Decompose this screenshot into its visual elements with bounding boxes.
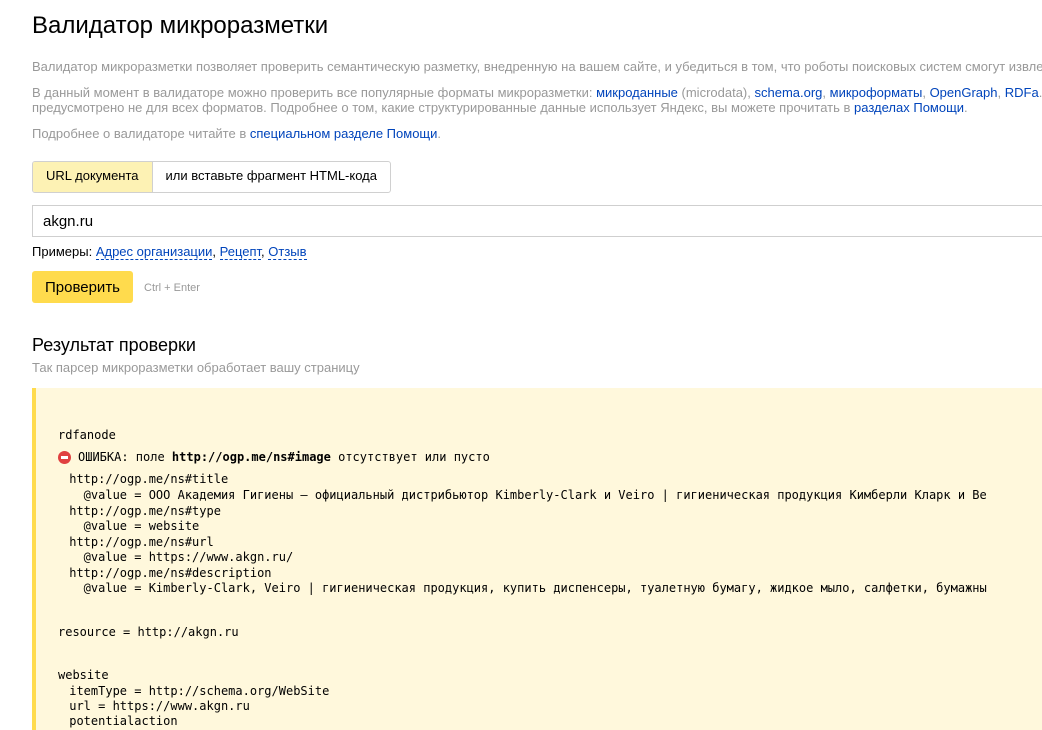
website-line: itemType = http://schema.org/WebSite bbox=[62, 684, 330, 698]
separator: . bbox=[964, 100, 968, 115]
intro-line-1: Валидатор микроразметки позволяет провер… bbox=[32, 59, 1042, 74]
formats-text: В данный момент в валидаторе можно прове… bbox=[32, 85, 1042, 100]
result-line: http://ogp.me/ns#type bbox=[62, 504, 221, 518]
error-icon bbox=[58, 451, 71, 464]
check-button[interactable]: Проверить bbox=[32, 271, 133, 303]
link-schema-org[interactable]: schema.org bbox=[754, 85, 822, 100]
separator: , bbox=[212, 244, 220, 259]
result-title: Результат проверки bbox=[32, 335, 196, 355]
examples-label: Примеры: bbox=[32, 244, 96, 259]
resource-line: resource = http://akgn.ru bbox=[58, 625, 239, 639]
website-line: website bbox=[58, 668, 109, 682]
result-panel: rdfanode ОШИБКА: поле http://ogp.me/ns#i… bbox=[32, 388, 1042, 730]
url-input[interactable] bbox=[32, 205, 1042, 237]
validator-help-text: Подробнее о валидаторе читайте в специал… bbox=[32, 126, 441, 141]
examples: Примеры: Адрес организации, Рецепт, Отзы… bbox=[32, 244, 307, 260]
result-line: http://ogp.me/ns#url bbox=[62, 535, 214, 549]
result-line: @value = Kimberly-Clark, Veiro | гигиени… bbox=[62, 581, 987, 595]
result-line: @value = website bbox=[62, 519, 200, 533]
result-subtitle: Так парсер микроразметки обработает вашу… bbox=[32, 360, 360, 375]
example-organization-address[interactable]: Адрес организации bbox=[95, 244, 213, 260]
website-line: potentialaction bbox=[62, 714, 178, 728]
microdata-note: (microdata), bbox=[677, 85, 755, 100]
input-mode-tabs: URL документа или вставьте фрагмент HTML… bbox=[32, 161, 391, 193]
result-line: http://ogp.me/ns#title bbox=[62, 472, 229, 486]
intro-text: Валидатор микроразметки позволяет провер… bbox=[32, 59, 1042, 74]
formats-text-cont: предусмотрено не для всех форматов. Подр… bbox=[32, 100, 968, 115]
node-label: rdfanode bbox=[58, 428, 116, 442]
error-suffix: отсутствует или пусто bbox=[330, 450, 490, 464]
validator-help-prefix: Подробнее о валидаторе читайте в bbox=[32, 126, 250, 141]
link-special-help[interactable]: специальном разделе Помощи bbox=[250, 126, 438, 141]
result-line: http://ogp.me/ns#description bbox=[62, 566, 272, 580]
link-opengraph[interactable]: OpenGraph bbox=[930, 85, 998, 100]
error-field: http://ogp.me/ns#image bbox=[171, 450, 331, 464]
tab-html[interactable]: или вставьте фрагмент HTML-кода bbox=[153, 162, 390, 192]
error-prefix: ОШИБКА: поле bbox=[78, 450, 172, 464]
result-line: @value = https://www.akgn.ru/ bbox=[62, 550, 294, 564]
formats-prefix: В данный момент в валидаторе можно прове… bbox=[32, 85, 597, 100]
shortcut-hint: Ctrl + Enter bbox=[144, 282, 200, 294]
link-microdata[interactable]: микроданные bbox=[596, 85, 678, 100]
website-line: url = https://www.akgn.ru bbox=[62, 699, 250, 713]
example-review[interactable]: Отзыв bbox=[268, 244, 307, 260]
link-help-sections[interactable]: разделах Помощи bbox=[854, 100, 964, 115]
page: Валидатор микроразметки Валидатор микрор… bbox=[0, 0, 1042, 730]
example-recipe[interactable]: Рецепт bbox=[219, 244, 262, 260]
separator: . bbox=[437, 126, 442, 141]
separator: , bbox=[922, 85, 930, 100]
error-message: ОШИБКА: поле http://ogp.me/ns#image отсу… bbox=[78, 449, 490, 465]
link-microformats[interactable]: микроформаты bbox=[830, 85, 923, 100]
result-line: @value = ООО Академия Гигиены — официаль… bbox=[62, 488, 987, 502]
tab-url[interactable]: URL документа bbox=[33, 162, 153, 192]
page-title: Валидатор микроразметки bbox=[32, 12, 329, 39]
separator: , bbox=[997, 85, 1005, 100]
separator: , bbox=[822, 85, 830, 100]
link-rdfa[interactable]: RDFa bbox=[1005, 85, 1039, 100]
help-prefix: предусмотрено не для всех форматов. Подр… bbox=[32, 100, 855, 115]
